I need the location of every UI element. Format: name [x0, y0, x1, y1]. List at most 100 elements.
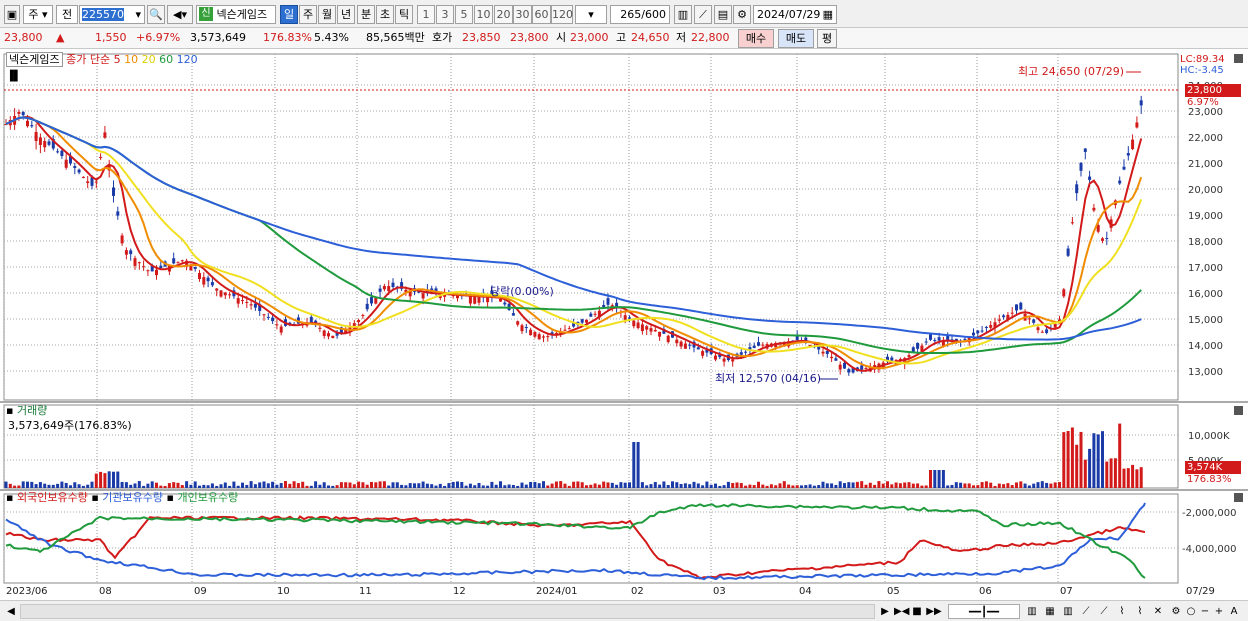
interval-10[interactable]: 10 [474, 5, 493, 24]
save-icon[interactable]: ▤ [714, 5, 732, 24]
chart-area[interactable]: 2023/06 08 09 10 11 12 2024/01 02 03 04 05 06 07 07/2… [0, 49, 1248, 621]
display-count[interactable]: 265/600 [610, 5, 670, 24]
timeframe-second[interactable]: 초 [376, 5, 394, 24]
volume-bar [468, 483, 472, 488]
timeframe-tick[interactable]: 틱 [395, 5, 413, 24]
interval-30[interactable]: 30 [513, 5, 532, 24]
zoom-in-icon[interactable]: + [1213, 604, 1225, 619]
legend-square-icon: ▪ [6, 491, 14, 504]
scroll-stop-button[interactable]: ■ [910, 604, 924, 619]
interval-custom-select[interactable]: ▾ [575, 5, 607, 24]
volume-bar [86, 484, 90, 488]
candle-body [714, 355, 717, 360]
chart-type-icon[interactable]: ▣ [4, 5, 20, 24]
volume-bar [279, 483, 283, 488]
volume-bar [464, 485, 468, 488]
close-volume-panel-icon[interactable] [1234, 406, 1243, 415]
stock-name-label: 넥슨게임즈 [216, 8, 268, 21]
scroll-right-button[interactable]: ▶ [878, 604, 892, 619]
chart-toolbar: ▣ 주 ▾ 전 225570 ▾ 🔍 ◀▾ 신 넥슨게임즈 일 주 월 년 분 초… [0, 0, 1248, 28]
candle-body [933, 340, 937, 342]
volume-bar [1027, 485, 1031, 488]
stock-chart-svg[interactable]: 2023/06 08 09 10 11 12 2024/01 02 03 04 05 06 07 07/2… [0, 49, 1248, 600]
timeframe-day[interactable]: 일 [280, 5, 298, 24]
chart-icon-3[interactable]: ▥ [1060, 604, 1076, 619]
interval-5[interactable]: 5 [455, 5, 473, 24]
draw-zigzag-icon[interactable]: ⌇ [1114, 604, 1130, 619]
draw-tool-icon[interactable]: ⟋ [694, 5, 712, 24]
volume-bar [352, 484, 356, 488]
volume-bar [752, 485, 756, 488]
sell-button[interactable]: 매도 [778, 29, 814, 48]
volume-bar [1079, 431, 1083, 488]
scroll-end-button[interactable]: ▶▶ [926, 604, 942, 619]
candle-body [623, 315, 627, 320]
draw-line-icon[interactable]: ⟋ [1078, 604, 1094, 619]
interval-20[interactable]: 20 [494, 5, 513, 24]
timeframe-year[interactable]: 년 [337, 5, 355, 24]
candle-icon[interactable]: ▥ [674, 5, 692, 24]
flat-button[interactable]: 평 [817, 29, 837, 48]
stock-code-input[interactable]: 225570 ▾ [79, 5, 145, 24]
volume-bar [133, 483, 137, 488]
candle-body [542, 336, 545, 338]
interval-3[interactable]: 3 [436, 5, 454, 24]
search-icon[interactable]: 🔍 [147, 5, 165, 24]
draw-cross-icon[interactable]: ✕ [1150, 604, 1166, 619]
zoom-out-icon[interactable]: − [1199, 604, 1211, 619]
scroll-left-arrow[interactable]: ◀ [4, 604, 18, 619]
volume-bar [649, 484, 653, 488]
chart-icon-2[interactable]: ▦ [1042, 604, 1058, 619]
ma120-label: 120 [176, 53, 198, 66]
volume-bar [980, 482, 984, 488]
close-panel-icon[interactable] [1234, 54, 1243, 63]
volume-bar [99, 471, 103, 488]
candle-body [1053, 323, 1057, 328]
volume-bar [387, 485, 391, 488]
close-holdings-panel-icon[interactable] [1234, 493, 1243, 502]
stock-name-field[interactable]: 신 넥슨게임즈 [196, 5, 276, 24]
candle-body [963, 338, 967, 340]
draw-settings-icon[interactable]: ⚙ [1168, 604, 1184, 619]
scroll-shrink-button[interactable]: ▶◀ [894, 604, 909, 619]
interval-60[interactable]: 60 [532, 5, 551, 24]
candle-body [47, 141, 51, 145]
gear-icon[interactable]: ⚙ [733, 5, 751, 24]
interval-1[interactable]: 1 [417, 5, 435, 24]
zoom-slider[interactable]: ━━┃━━ [948, 604, 1020, 619]
volume-bar [60, 481, 64, 488]
legend-handle-icon[interactable]: ▐▌ [6, 70, 21, 83]
volume-bar [142, 485, 146, 488]
timeframe-minute[interactable]: 분 [357, 5, 375, 24]
calendar-icon[interactable]: ▦ [823, 6, 833, 23]
draw-fib-icon[interactable]: ⌇ [1132, 604, 1148, 619]
chart-icon-1[interactable]: ▥ [1024, 604, 1040, 619]
candle-body [757, 342, 760, 346]
volume-bar [593, 483, 597, 488]
volume-bar [370, 481, 373, 488]
ma20-label: 20 [141, 53, 156, 66]
candle-body [929, 334, 932, 340]
speaker-icon[interactable]: ◀▾ [167, 5, 193, 24]
draw-trend-icon[interactable]: ⟋ [1096, 604, 1112, 619]
candle-body [675, 339, 679, 344]
volume-bar [1045, 482, 1049, 488]
date-field[interactable]: 2024/07/29 ▦ [753, 5, 837, 24]
prev-button[interactable]: 전 [56, 5, 78, 24]
scroll-track[interactable] [20, 604, 875, 619]
buy-button[interactable]: 매수 [738, 29, 774, 48]
timeframe-week[interactable]: 주 [299, 5, 317, 24]
font-size-icon[interactable]: A [1227, 604, 1241, 619]
chart-scrollbar[interactable]: ◀ ▶ ▶◀ ■ ▶▶ ━━┃━━ ▥ ▦ ▥ ⟋ ⟋ ⌇ ⌇ ✕ ⚙ ○ − … [0, 600, 1248, 621]
volume-bar [185, 481, 189, 488]
period-unit-select[interactable]: 주 ▾ [23, 5, 53, 24]
candle-body [567, 328, 571, 330]
volume-bar [73, 482, 77, 488]
candle-body [266, 316, 270, 318]
interval-120[interactable]: 120 [551, 5, 573, 24]
magnify-icon[interactable]: ○ [1185, 604, 1197, 619]
volume-bar [357, 481, 361, 488]
timeframe-month[interactable]: 월 [318, 5, 336, 24]
volume-bar [456, 481, 459, 488]
price-tick-label: 22,000 [1188, 133, 1223, 144]
